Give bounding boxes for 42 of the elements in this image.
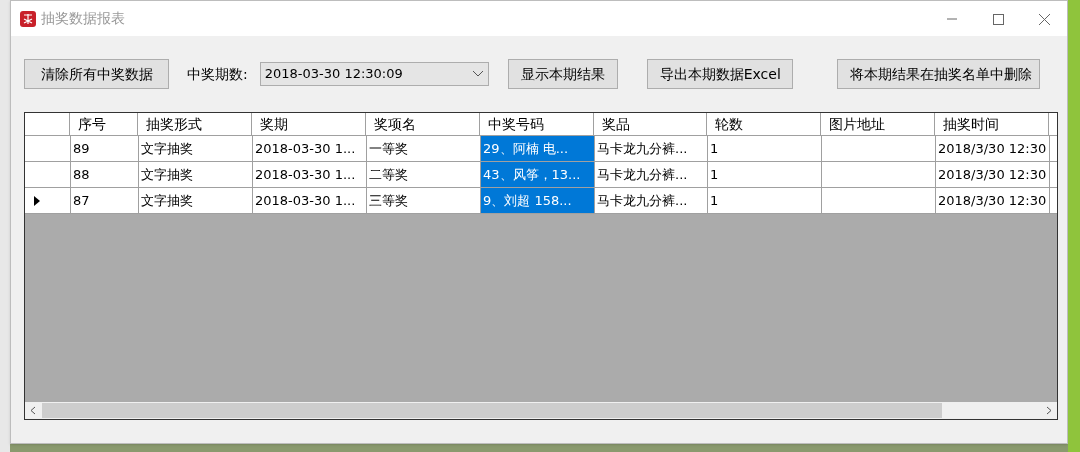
column-header[interactable]: 中奖号码 <box>480 113 595 135</box>
table-cell: 1 <box>708 188 822 213</box>
table-cell: 88 <box>71 162 139 187</box>
column-header[interactable]: 图片地址 <box>821 113 936 135</box>
table-cell: 2018-03-30 1... <box>253 136 367 161</box>
table-cell: 2018/3/30 12:30 <box>936 162 1050 187</box>
column-header[interactable]: 序号 <box>70 113 139 135</box>
clear-all-button[interactable]: 清除所有中奖数据 <box>24 59 169 89</box>
export-excel-button[interactable]: 导出本期数据Excel <box>646 59 793 89</box>
table-cell: 89 <box>71 136 139 161</box>
table-cell: 9、刘超 158... <box>481 188 595 213</box>
column-header[interactable]: 轮数 <box>707 113 822 135</box>
table-cell: 43、风筝，13... <box>481 162 595 187</box>
horizontal-scrollbar[interactable] <box>25 402 1057 419</box>
table-cell: 1 <box>708 136 822 161</box>
column-header[interactable]: 奖项名 <box>366 113 481 135</box>
column-header[interactable]: 奖品 <box>594 113 708 135</box>
table-cell: 2018-03-30 1... <box>253 162 367 187</box>
column-header[interactable]: 抽奖形式 <box>138 113 253 135</box>
table-cell: 29、阿楠 电... <box>481 136 595 161</box>
show-results-button[interactable]: 显示本期结果 <box>507 59 618 89</box>
app-icon <box>19 9 37 28</box>
chevron-down-icon <box>471 70 484 78</box>
table-cell: 文字抽奖 <box>139 136 253 161</box>
period-dropdown[interactable]: 2018-03-30 12:30:09 <box>259 62 489 86</box>
column-header[interactable]: 奖期 <box>252 113 367 135</box>
table-cell: 马卡龙九分裤... <box>595 136 708 161</box>
table-cell: 文字抽奖 <box>139 188 253 213</box>
table-cell: 1 <box>708 162 822 187</box>
column-header[interactable]: 抽奖时间 <box>935 113 1050 135</box>
table-cell: 87 <box>71 188 139 213</box>
table-cell: 2018-03-30 1... <box>253 188 367 213</box>
delete-results-button[interactable]: 将本期结果在抽奖名单中删除 <box>836 59 1040 89</box>
table-cell: 马卡龙九分裤... <box>595 162 708 187</box>
scrollbar-thumb[interactable] <box>42 403 942 418</box>
table-cell: 2018/3/30 12:30 <box>936 188 1050 213</box>
period-label: 中奖期数: <box>187 64 248 84</box>
window-title: 抽奖数据报表 <box>41 9 125 28</box>
table-cell: 文字抽奖 <box>139 162 253 187</box>
table-cell: 2018/3/30 12:30 <box>936 136 1050 161</box>
current-row-icon <box>34 195 40 206</box>
table-cell: 马卡龙九分裤... <box>595 188 708 213</box>
